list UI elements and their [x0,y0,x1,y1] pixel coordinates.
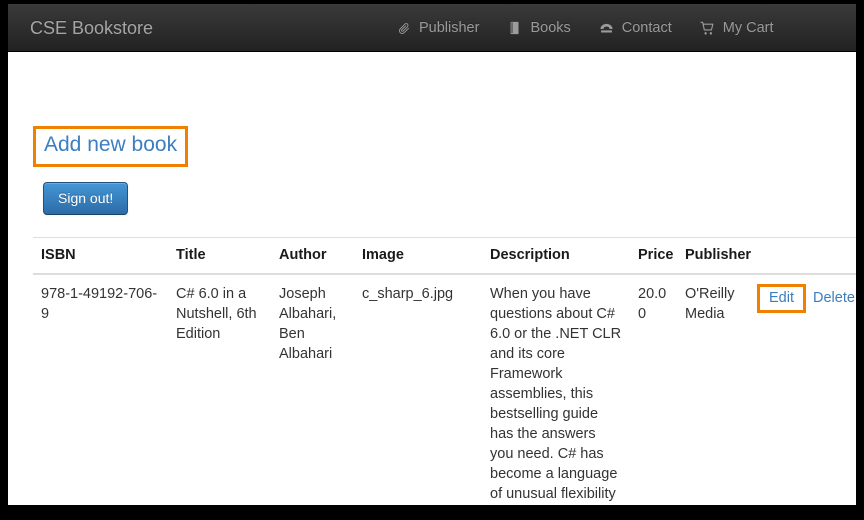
sign-out-button[interactable]: Sign out! [43,182,129,215]
nav-item-books-wrap: Books [493,4,584,52]
nav-item-my-cart[interactable]: My Cart [686,4,788,52]
browser-viewport: CSE Bookstore Publisher Books Contact My… [8,4,856,505]
nav-item-contact-wrap: Contact [585,4,686,52]
column-header-author: Author [271,237,354,275]
nav-item-publisher[interactable]: Publisher [382,4,493,52]
paperclip-icon [396,20,412,36]
shopping-cart-icon [700,20,716,36]
column-header-actions [749,237,856,275]
phone-icon [599,20,615,36]
cell-author: Joseph Albahari, Ben Albahari [271,273,354,505]
nav-item-my-cart-wrap: My Cart [686,4,788,52]
add-new-book-link[interactable]: Add new book [44,131,177,159]
nav-item-contact-label: Contact [621,20,672,36]
cell-title: C# 6.0 in a Nutshell, 6th Edition [168,273,271,505]
nav-item-books[interactable]: Books [493,4,584,52]
column-header-image: Image [354,237,482,275]
book-icon [507,20,523,36]
cell-actions: Edit Delete [749,273,856,505]
cell-description: When you have questions about C# 6.0 or … [482,273,630,505]
add-new-book-highlight: Add new book [33,126,189,167]
column-header-title: Title [168,237,271,275]
nav-item-publisher-wrap: Publisher [382,4,493,52]
column-header-publisher: Publisher [677,237,751,275]
top-navbar: CSE Bookstore Publisher Books Contact My… [8,4,856,52]
navbar-menu: Publisher Books Contact My Cart [382,4,788,52]
column-header-description: Description [482,237,630,275]
nav-item-books-label: Books [530,20,571,36]
nav-item-publisher-label: Publisher [419,20,480,36]
books-table-wrapper: ISBN Title Author Image Description Pric… [33,237,856,505]
books-table: ISBN Title Author Image Description Pric… [33,237,856,505]
books-table-body: 978-1-49192-706-9 C# 6.0 in a Nutshell, … [33,273,856,505]
column-header-price: Price [630,237,677,275]
books-table-head: ISBN Title Author Image Description Pric… [33,237,856,275]
main-container: Add new book Sign out! ISBN Title Author… [8,52,856,505]
table-header-row: ISBN Title Author Image Description Pric… [33,237,856,275]
navbar-inner: CSE Bookstore Publisher Books Contact My… [8,4,856,52]
edit-link-highlight: Edit [757,284,806,313]
brand-logo[interactable]: CSE Bookstore [30,4,153,52]
nav-item-my-cart-label: My Cart [722,20,774,36]
column-header-isbn: ISBN [33,237,168,275]
edit-link[interactable]: Edit [769,290,794,306]
cell-isbn: 978-1-49192-706-9 [33,273,168,505]
cell-publisher: O'Reilly Media [677,273,749,505]
nav-item-contact[interactable]: Contact [585,4,686,52]
cell-price: 20.00 [630,273,677,505]
delete-link[interactable]: Delete [813,284,855,308]
cell-image: c_sharp_6.jpg [354,273,482,505]
table-row: 978-1-49192-706-9 C# 6.0 in a Nutshell, … [33,273,856,505]
